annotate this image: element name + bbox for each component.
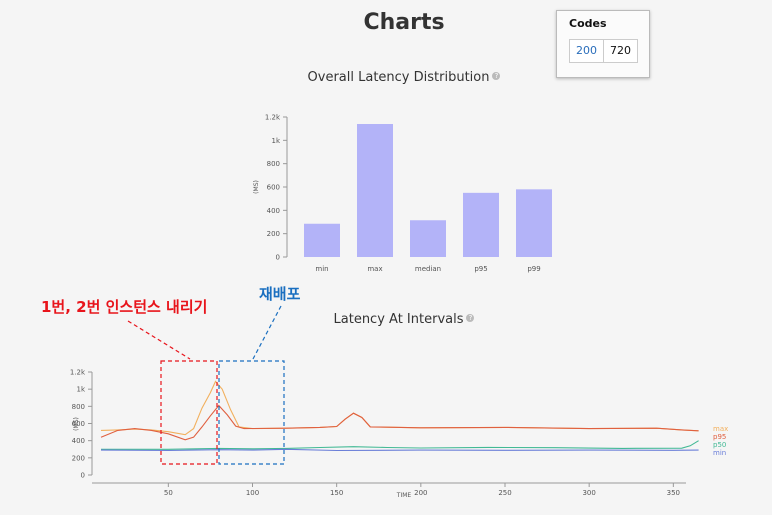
series-line-min [100,448,699,452]
line-y-tick-label: 1k [76,386,85,394]
line-y-tick-label: 200 [72,454,85,462]
line-x-tick-label: 300 [582,489,595,497]
series-line-p50 [101,440,699,450]
legend-item-max: max [713,425,728,433]
line-x-tick-label: 50 [164,489,173,497]
bar-y-tick-label: 400 [267,207,280,215]
bar [410,220,446,257]
bar [463,192,499,257]
charts-canvas: 0 200 400 600 800 1k 1.2k (MS) min max median p95 p9… [70,114,728,500]
bar-y-tick-label: 1k [271,137,280,145]
annotation-pointer-right [252,305,282,360]
line-x-tick-label: 100 [246,489,259,497]
line-y-tick-label: 800 [72,403,85,411]
bar [357,124,393,257]
series-line-max [100,380,699,436]
line-y-tick-label: 400 [72,437,85,445]
bar [304,223,340,257]
bar-y-tick-label: 1.2k [265,114,281,122]
bar-category-label: max [367,265,382,273]
bar-category-label: p99 [527,265,540,273]
line-x-axis-label: TIME [396,492,412,499]
annotation-pointer-left [127,320,191,360]
legend-item-min: min [713,449,726,457]
bar-category-label: median [415,265,441,273]
line-y-tick-label: 1.2k [70,369,86,377]
bar-category-label: min [315,265,328,273]
line-y-axis-label: (MS) [73,417,80,431]
line-x-tick-label: 250 [498,489,511,497]
bar [516,189,552,257]
line-x-tick-label: 350 [667,489,680,497]
bar-y-tick-label: 0 [276,254,280,262]
legend-item-p95: p95 [713,433,726,441]
bar-y-tick-label: 200 [267,230,280,238]
line-y-tick-label: 0 [81,472,85,480]
series-line-p95 [100,404,699,441]
bar-y-axis-label: (MS) [253,180,260,194]
bar-y-tick-label: 600 [267,184,280,192]
line-x-tick-label: 200 [414,489,427,497]
legend-item-p50: p50 [713,441,726,449]
bar-category-label: p95 [474,265,487,273]
bar-y-tick-label: 800 [267,160,280,168]
line-x-tick-label: 150 [330,489,343,497]
